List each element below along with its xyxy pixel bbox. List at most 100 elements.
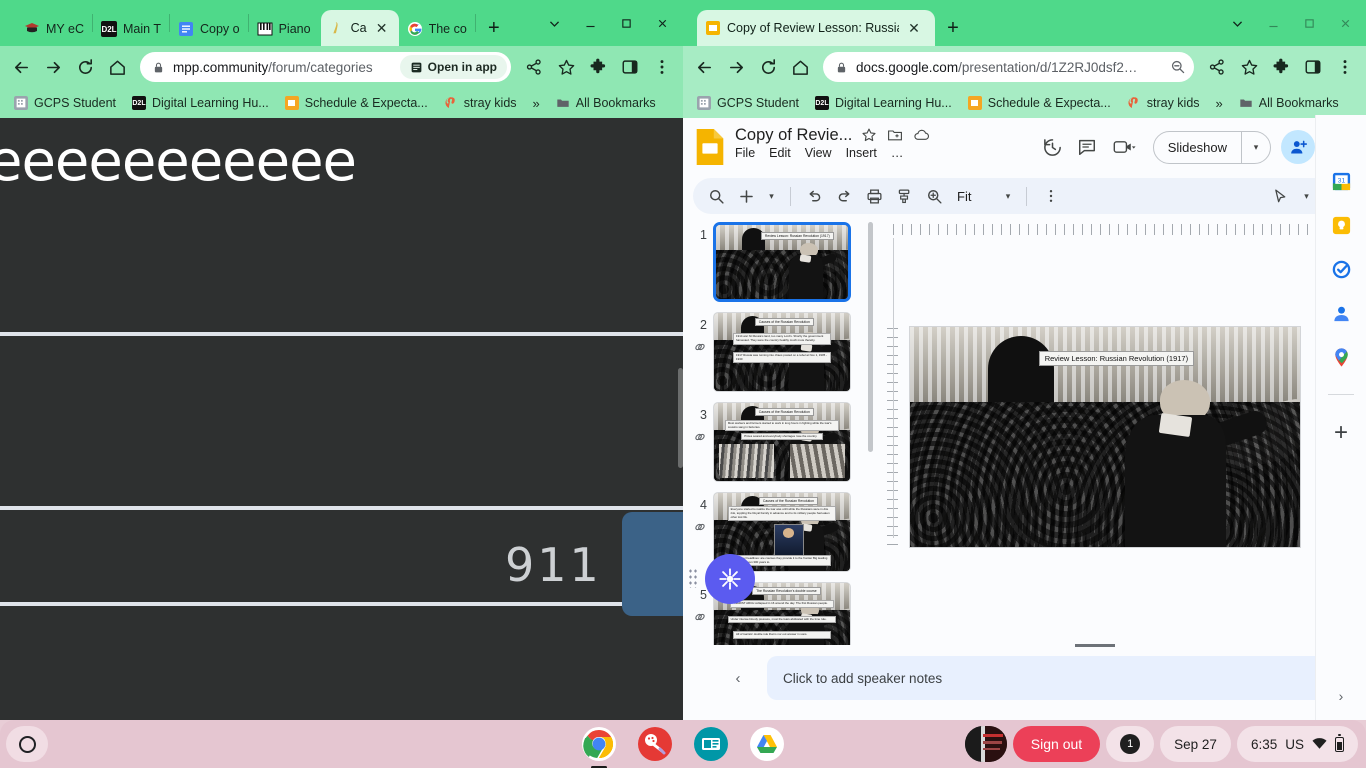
zoom-icon[interactable] bbox=[921, 183, 948, 210]
new-slide-plus-icon[interactable] bbox=[733, 183, 760, 210]
tab-piano[interactable]: Piano bbox=[249, 12, 319, 46]
back-icon[interactable] bbox=[6, 52, 36, 82]
search-icon[interactable] bbox=[703, 183, 730, 210]
tab-search-button[interactable] bbox=[1220, 8, 1254, 38]
reload-icon[interactable] bbox=[70, 52, 100, 82]
address-bar-left[interactable]: mpp.community/forum/categories Open in a… bbox=[140, 52, 511, 82]
sign-out-button[interactable]: Sign out bbox=[1012, 726, 1101, 762]
tab-ca-active[interactable]: Ca ✕ bbox=[320, 10, 399, 46]
filmstrip-scrollbar[interactable] bbox=[868, 222, 873, 452]
cloud-saved-icon[interactable] bbox=[913, 127, 930, 144]
kami-icon[interactable] bbox=[693, 726, 729, 762]
extensions-puzzle-icon[interactable] bbox=[583, 52, 613, 82]
date-pill[interactable]: Sep 27 bbox=[1160, 726, 1231, 762]
star-icon[interactable] bbox=[861, 127, 878, 144]
tab-main-t[interactable]: D2L Main T bbox=[93, 12, 169, 46]
launcher-button[interactable] bbox=[6, 726, 48, 762]
document-title[interactable]: Copy of Revie... bbox=[735, 126, 852, 145]
extensions-puzzle-icon[interactable] bbox=[1266, 52, 1296, 82]
present-video-icon[interactable] bbox=[1109, 135, 1143, 159]
new-slide-caret-icon[interactable]: ▾ bbox=[763, 183, 780, 210]
caret-down-icon[interactable]: ▾ bbox=[1242, 142, 1270, 153]
maximize-button[interactable] bbox=[609, 8, 643, 38]
zoom-caret-icon[interactable]: ▾ bbox=[999, 183, 1016, 210]
home-icon[interactable] bbox=[102, 52, 132, 82]
google-drive-icon[interactable] bbox=[749, 726, 785, 762]
thumbnail-row-3[interactable]: 3 Causes of the Russian Revolution Most … bbox=[683, 400, 879, 482]
canva-icon[interactable] bbox=[637, 726, 673, 762]
google-tasks-icon[interactable] bbox=[1330, 258, 1352, 280]
google-maps-icon[interactable] bbox=[1330, 346, 1352, 368]
blue-card[interactable] bbox=[622, 512, 683, 616]
bookmark-digital-learning[interactable]: D2L Digital Learning Hu... bbox=[809, 94, 958, 112]
tab-the-co[interactable]: The co bbox=[399, 12, 475, 46]
tab-copy-of-review-lesson[interactable]: Copy of Review Lesson: Russian ✕ bbox=[697, 10, 935, 46]
gemini-sparkle-icon[interactable] bbox=[705, 554, 755, 604]
bookmark-schedule[interactable]: Schedule & Expecta... bbox=[279, 94, 434, 112]
zoom-out-icon[interactable] bbox=[1166, 52, 1190, 82]
share-add-person-button[interactable] bbox=[1281, 130, 1315, 164]
all-bookmarks-button[interactable]: All Bookmarks bbox=[1233, 94, 1345, 112]
new-tab-button[interactable]: + bbox=[939, 14, 967, 42]
bookmarks-overflow-button[interactable]: » bbox=[1210, 94, 1229, 113]
address-bar-right[interactable]: docs.google.com/presentation/d/1Z2RJ0dsf… bbox=[823, 52, 1194, 82]
menu-more[interactable]: … bbox=[891, 146, 904, 160]
menu-insert[interactable]: Insert bbox=[846, 146, 877, 160]
open-in-app-button[interactable]: Open in app bbox=[399, 55, 507, 79]
google-calendar-icon[interactable]: 31 bbox=[1330, 170, 1352, 192]
bookmark-gcps-student[interactable]: GCPS Student bbox=[8, 94, 122, 112]
chrome-menu-icon[interactable] bbox=[1330, 52, 1360, 82]
all-bookmarks-button[interactable]: All Bookmarks bbox=[550, 94, 662, 112]
slide-thumbnail-3[interactable]: Causes of the Russian Revolution Most wo… bbox=[713, 402, 851, 482]
chrome-icon[interactable] bbox=[581, 726, 617, 768]
share-icon[interactable] bbox=[1202, 52, 1232, 82]
close-icon[interactable]: ✕ bbox=[373, 19, 391, 37]
bookmark-star-icon[interactable] bbox=[551, 52, 581, 82]
bookmark-schedule[interactable]: Schedule & Expecta... bbox=[962, 94, 1117, 112]
more-vertical-icon[interactable] bbox=[1037, 183, 1064, 210]
chrome-menu-icon[interactable] bbox=[647, 52, 677, 82]
tab-my-ecl[interactable]: MY eCl bbox=[16, 12, 92, 46]
slide-thumbnail-1[interactable]: Review Lesson: Russian Revolution (1917) bbox=[713, 222, 851, 302]
rail-expand-chevron-icon[interactable]: › bbox=[1339, 688, 1344, 704]
filmstrip-collapse-button[interactable]: ‹ bbox=[723, 670, 753, 687]
menu-view[interactable]: View bbox=[805, 146, 832, 160]
zoom-level-label[interactable]: Fit bbox=[951, 189, 974, 204]
bookmark-digital-learning[interactable]: D2L Digital Learning Hu... bbox=[126, 94, 275, 112]
add-app-plus-icon[interactable]: + bbox=[1334, 421, 1348, 445]
redo-icon[interactable] bbox=[831, 183, 858, 210]
reload-icon[interactable] bbox=[753, 52, 783, 82]
home-icon[interactable] bbox=[785, 52, 815, 82]
tab-copy-o[interactable]: Copy o bbox=[170, 12, 248, 46]
slide-thumbnail-2[interactable]: Causes of the Russian Revolution 1914 wa… bbox=[713, 312, 851, 392]
tab-search-button[interactable] bbox=[537, 8, 571, 38]
close-button[interactable] bbox=[645, 8, 679, 38]
status-tray[interactable]: 1 bbox=[1106, 726, 1155, 762]
google-contacts-icon[interactable] bbox=[1330, 302, 1352, 324]
bookmark-stray-kids[interactable]: stray kids bbox=[438, 94, 523, 112]
move-to-folder-icon[interactable] bbox=[887, 127, 904, 144]
minimize-button[interactable] bbox=[573, 8, 607, 38]
side-panel-icon[interactable] bbox=[1298, 52, 1328, 82]
side-panel-icon[interactable] bbox=[615, 52, 645, 82]
undo-icon[interactable] bbox=[801, 183, 828, 210]
bookmarks-overflow-button[interactable]: » bbox=[527, 94, 546, 113]
comment-icon[interactable] bbox=[1075, 135, 1099, 159]
forward-icon[interactable] bbox=[721, 52, 751, 82]
speaker-notes-input[interactable]: Click to add speaker notes bbox=[767, 656, 1332, 700]
select-caret-icon[interactable]: ▾ bbox=[1298, 183, 1315, 210]
print-icon[interactable] bbox=[861, 183, 888, 210]
version-history-icon[interactable] bbox=[1041, 135, 1065, 159]
minimize-button[interactable] bbox=[1256, 8, 1290, 38]
thumbnail-row-2[interactable]: 2 Causes of the Russian Revolution 1914 … bbox=[683, 310, 879, 392]
bookmark-stray-kids[interactable]: stray kids bbox=[1121, 94, 1206, 112]
bookmark-star-icon[interactable] bbox=[1234, 52, 1264, 82]
close-icon[interactable]: ✕ bbox=[905, 19, 923, 37]
slideshow-button[interactable]: Slideshow ▾ bbox=[1152, 130, 1271, 164]
menu-file[interactable]: File bbox=[735, 146, 755, 160]
cursor-arrow-icon[interactable] bbox=[1267, 183, 1294, 210]
current-slide-canvas[interactable]: Review Lesson: Russian Revolution (1917) bbox=[909, 326, 1301, 548]
gemini-drag-handle[interactable] bbox=[688, 568, 698, 588]
share-icon[interactable] bbox=[519, 52, 549, 82]
close-button[interactable] bbox=[1328, 8, 1362, 38]
